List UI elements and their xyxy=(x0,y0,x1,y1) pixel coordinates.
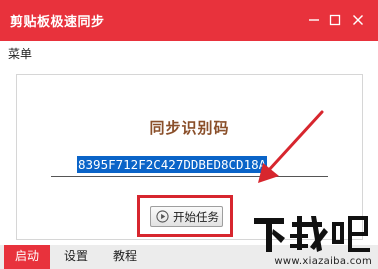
start-button-highlight: 开始任务 xyxy=(137,195,233,237)
sync-code-field[interactable]: 8395F712F2C427DDBED8CD18A xyxy=(51,155,328,177)
window-title: 剪贴板极速同步 xyxy=(10,15,105,30)
start-task-button[interactable]: 开始任务 xyxy=(150,206,223,227)
sync-code-heading: 同步识别码 xyxy=(149,119,230,137)
tab-tutorial[interactable]: 教程 xyxy=(102,245,148,269)
menu-item-menu[interactable]: 菜单 xyxy=(8,45,32,62)
maximize-button[interactable] xyxy=(327,12,343,28)
start-task-label: 开始任务 xyxy=(173,209,219,224)
sync-code-value[interactable]: 8395F712F2C427DDBED8CD18A xyxy=(77,156,268,173)
app-window: 剪贴板极速同步 菜单 同步识别码 8395F712F2C427DDBED8CD1… xyxy=(0,0,378,269)
minimize-button[interactable] xyxy=(306,12,322,28)
minimize-icon xyxy=(309,19,319,21)
maximize-icon xyxy=(329,14,341,26)
tab-settings[interactable]: 设置 xyxy=(54,245,98,269)
tab-start[interactable]: 启动 xyxy=(4,245,50,269)
play-circle-icon xyxy=(156,210,169,223)
title-bar[interactable]: 剪贴板极速同步 xyxy=(0,0,378,41)
menu-bar: 菜单 xyxy=(0,41,378,65)
bottom-tab-bar: 启动 设置 教程 xyxy=(0,245,378,269)
close-button[interactable] xyxy=(350,12,366,28)
close-icon xyxy=(353,15,363,25)
